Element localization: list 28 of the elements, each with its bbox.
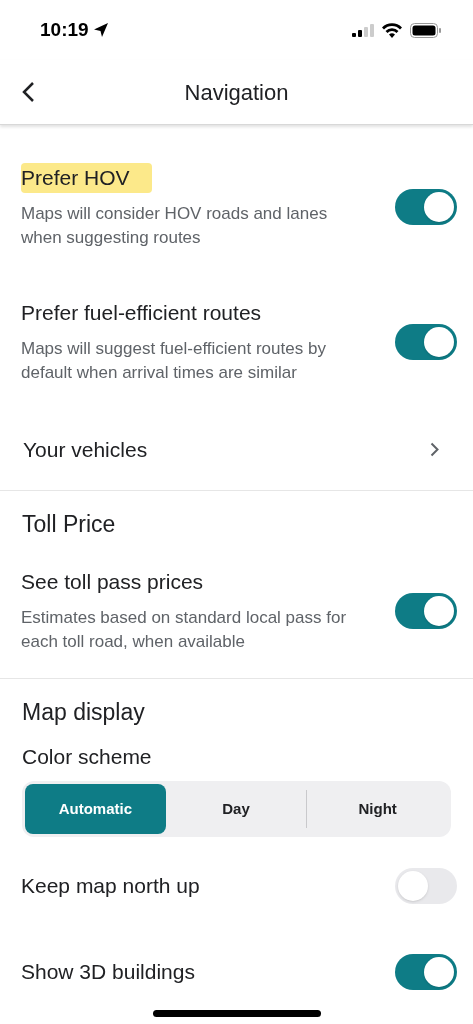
toggle-switch[interactable] [395,188,457,225]
vehicles-row[interactable]: Your vehicles [0,409,473,490]
page-title: Navigation [184,78,289,107]
toggle-switch[interactable] [395,954,457,990]
segment-option[interactable]: Day [165,784,307,834]
toggle-switch[interactable] [395,592,457,629]
setting-title: Prefer HOV [21,163,152,193]
status-time: 10:19 [40,17,89,42]
segment-option[interactable]: Automatic [25,784,166,834]
chevron-right-icon [430,442,439,457]
segment-option[interactable]: Night [307,784,448,834]
setting-description: Maps will suggest fuel-efficient routes by default when arrival times are similar [21,338,327,384]
toggle-switch[interactable] [395,323,457,360]
section-heading: Map display [22,699,145,725]
toggle-switch[interactable] [395,868,457,904]
wifi-icon [382,22,402,38]
location-arrow-icon [92,22,109,38]
signal-icon [352,23,374,37]
section-heading: Toll Price [22,511,116,537]
setting-description: Maps will consider HOV roads and lanes when suggesting routes [21,203,329,249]
setting-title: Prefer fuel-efficient routes [21,300,262,326]
setting-title: Keep map north up [21,873,200,899]
chevron-left-icon [21,81,35,103]
setting-title: Color scheme [22,744,153,770]
setting-title: See toll pass prices [21,569,204,595]
setting-title: Show 3D buildings [21,959,195,985]
setting-description: Estimates based on standard local pass for each toll road, when available [21,607,348,653]
battery-icon [410,22,441,38]
